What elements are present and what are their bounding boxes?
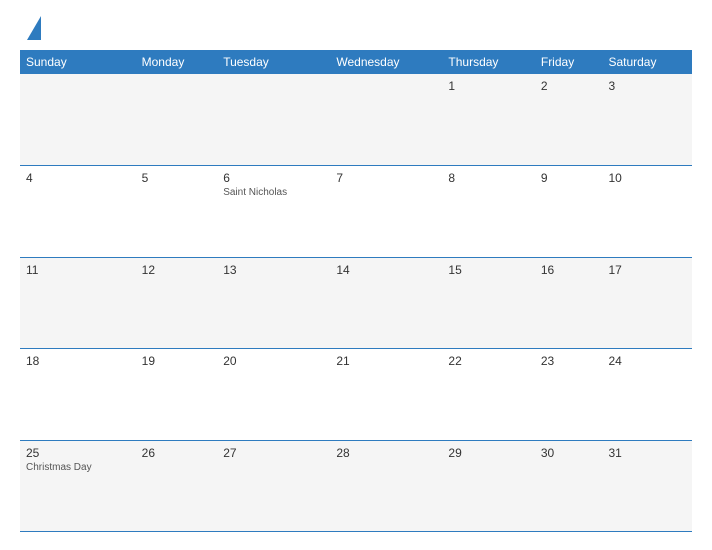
day-number: 2 (541, 79, 597, 93)
logo-triangle-icon (27, 16, 41, 40)
day-number: 17 (608, 263, 686, 277)
day-number: 1 (448, 79, 528, 93)
day-number: 22 (448, 354, 528, 368)
calendar-header-row: SundayMondayTuesdayWednesdayThursdayFrid… (20, 50, 692, 74)
calendar-cell: 19 (136, 349, 218, 441)
calendar-cell: 2 (535, 74, 603, 166)
calendar-cell: 22 (442, 349, 534, 441)
calendar-weekday-friday: Friday (535, 50, 603, 74)
calendar-cell: 20 (217, 349, 330, 441)
day-number: 3 (608, 79, 686, 93)
calendar-cell (217, 74, 330, 166)
calendar-cell: 27 (217, 440, 330, 532)
day-number: 14 (336, 263, 436, 277)
calendar-cell: 17 (602, 257, 692, 349)
day-number: 23 (541, 354, 597, 368)
event-label: Saint Nicholas (223, 187, 324, 198)
day-number: 31 (608, 446, 686, 460)
day-number: 15 (448, 263, 528, 277)
calendar-cell: 15 (442, 257, 534, 349)
calendar-cell: 16 (535, 257, 603, 349)
calendar-cell: 7 (330, 166, 442, 258)
calendar-cell (20, 74, 136, 166)
calendar-cell: 11 (20, 257, 136, 349)
calendar-week-row: 18 19 20 21 22 23 24 (20, 349, 692, 441)
calendar-cell: 5 (136, 166, 218, 258)
calendar-cell: 3 (602, 74, 692, 166)
day-number: 19 (142, 354, 212, 368)
calendar-week-row: 456 Saint Nicholas 789 10 (20, 166, 692, 258)
day-number: 27 (223, 446, 324, 460)
calendar-cell: 30 (535, 440, 603, 532)
day-number: 9 (541, 171, 597, 185)
calendar-cell: 31 (602, 440, 692, 532)
day-number: 18 (26, 354, 130, 368)
day-number: 8 (448, 171, 528, 185)
calendar-cell: 26 (136, 440, 218, 532)
day-number: 20 (223, 354, 324, 368)
day-number: 13 (223, 263, 324, 277)
calendar-cell: 13 (217, 257, 330, 349)
day-number: 10 (608, 171, 686, 185)
calendar-week-row: 123 (20, 74, 692, 166)
calendar-weekday-saturday: Saturday (602, 50, 692, 74)
day-number: 4 (26, 171, 130, 185)
day-number: 11 (26, 263, 130, 277)
calendar-cell: 29 (442, 440, 534, 532)
calendar-cell: 4 (20, 166, 136, 258)
calendar-weekday-monday: Monday (136, 50, 218, 74)
calendar-table: SundayMondayTuesdayWednesdayThursdayFrid… (20, 50, 692, 532)
calendar-cell: 6 Saint Nicholas (217, 166, 330, 258)
day-number: 21 (336, 354, 436, 368)
day-number: 24 (608, 354, 686, 368)
day-number: 28 (336, 446, 436, 460)
calendar-week-row: 11 12 13 14 15 16 17 (20, 257, 692, 349)
calendar-cell: 18 (20, 349, 136, 441)
event-label: Christmas Day (26, 462, 130, 473)
calendar-cell: 21 (330, 349, 442, 441)
calendar-week-row: 25 Christmas Day 26 27 28 29 30 31 (20, 440, 692, 532)
calendar-cell (330, 74, 442, 166)
calendar-cell: 9 (535, 166, 603, 258)
calendar-weekday-sunday: Sunday (20, 50, 136, 74)
calendar-cell: 23 (535, 349, 603, 441)
page-header (20, 18, 692, 40)
calendar-weekday-thursday: Thursday (442, 50, 534, 74)
day-number: 30 (541, 446, 597, 460)
calendar-cell: 28 (330, 440, 442, 532)
day-number: 5 (142, 171, 212, 185)
logo (20, 18, 41, 40)
calendar-cell: 25 Christmas Day (20, 440, 136, 532)
calendar-cell: 12 (136, 257, 218, 349)
calendar-weekday-wednesday: Wednesday (330, 50, 442, 74)
day-number: 7 (336, 171, 436, 185)
day-number: 26 (142, 446, 212, 460)
calendar-cell (136, 74, 218, 166)
calendar-weekday-tuesday: Tuesday (217, 50, 330, 74)
calendar-cell: 24 (602, 349, 692, 441)
calendar-cell: 8 (442, 166, 534, 258)
calendar-cell: 1 (442, 74, 534, 166)
calendar-cell: 10 (602, 166, 692, 258)
day-number: 16 (541, 263, 597, 277)
day-number: 25 (26, 446, 130, 460)
day-number: 29 (448, 446, 528, 460)
day-number: 12 (142, 263, 212, 277)
calendar-cell: 14 (330, 257, 442, 349)
day-number: 6 (223, 171, 324, 185)
